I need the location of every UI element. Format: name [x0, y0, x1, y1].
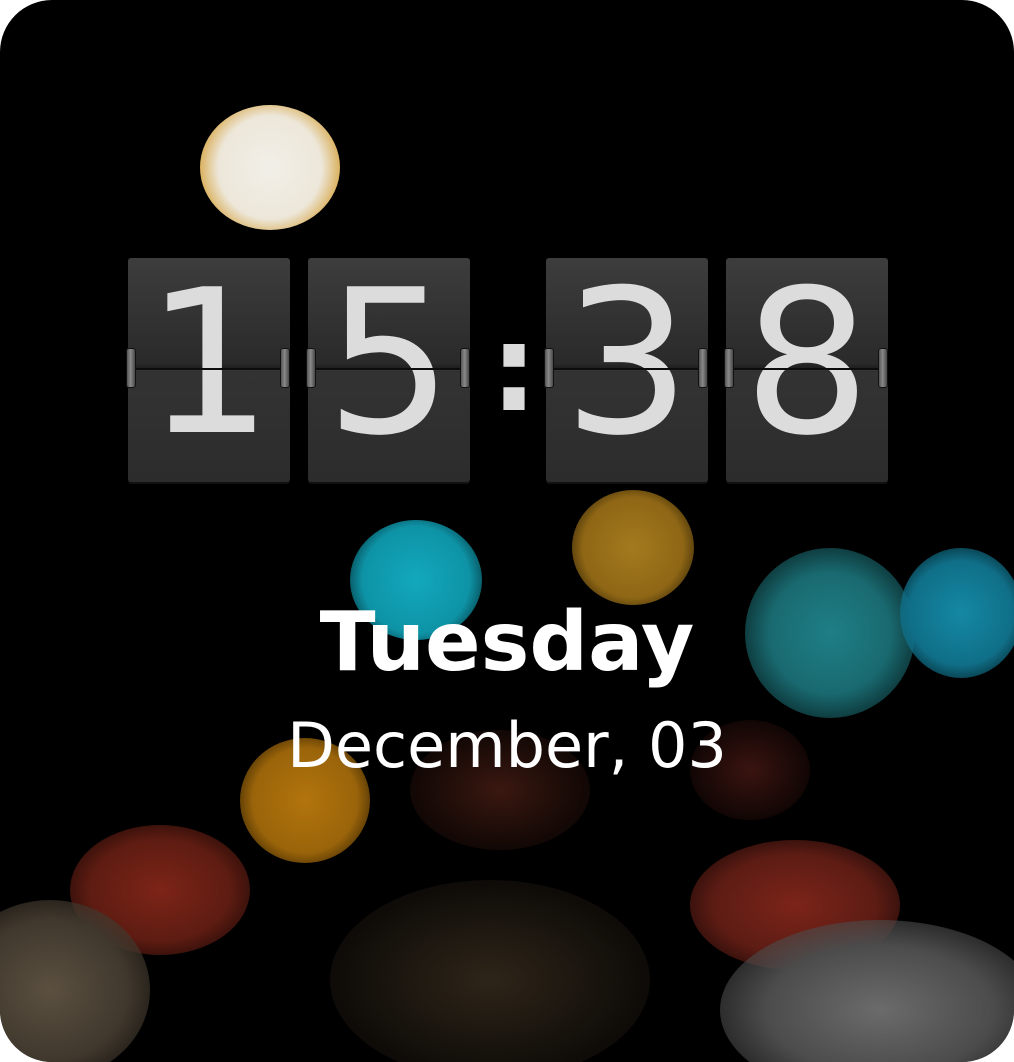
card-hinge — [724, 348, 734, 388]
card-hinge — [544, 348, 554, 388]
card-hinge — [878, 348, 888, 388]
flip-clock-widget: 1 5 : 3 8 Tuesday December, 03 — [0, 0, 1014, 1062]
card-hinge — [460, 348, 470, 388]
bokeh-light-brown-bottom — [330, 880, 650, 1062]
hour-tens-digit: 1 — [145, 258, 273, 480]
card-hinge — [280, 348, 290, 388]
minute-tens-digit: 3 — [563, 258, 691, 480]
hour-ones-digit: 5 — [325, 258, 453, 480]
hour-tens-card: 1 — [128, 258, 290, 482]
card-hinge — [698, 348, 708, 388]
card-hinge — [306, 348, 316, 388]
card-hinge — [126, 348, 136, 388]
weekday-label: Tuesday — [319, 595, 695, 690]
time-separator: : — [490, 300, 538, 439]
bokeh-light-white — [200, 105, 340, 230]
minute-ones-digit: 8 — [743, 258, 871, 480]
minute-ones-card: 8 — [726, 258, 888, 482]
hour-ones-card: 5 — [308, 258, 470, 482]
flip-clock: 1 5 : 3 8 — [0, 258, 1014, 484]
date-label: December, 03 — [287, 709, 727, 782]
minute-tens-card: 3 — [546, 258, 708, 482]
